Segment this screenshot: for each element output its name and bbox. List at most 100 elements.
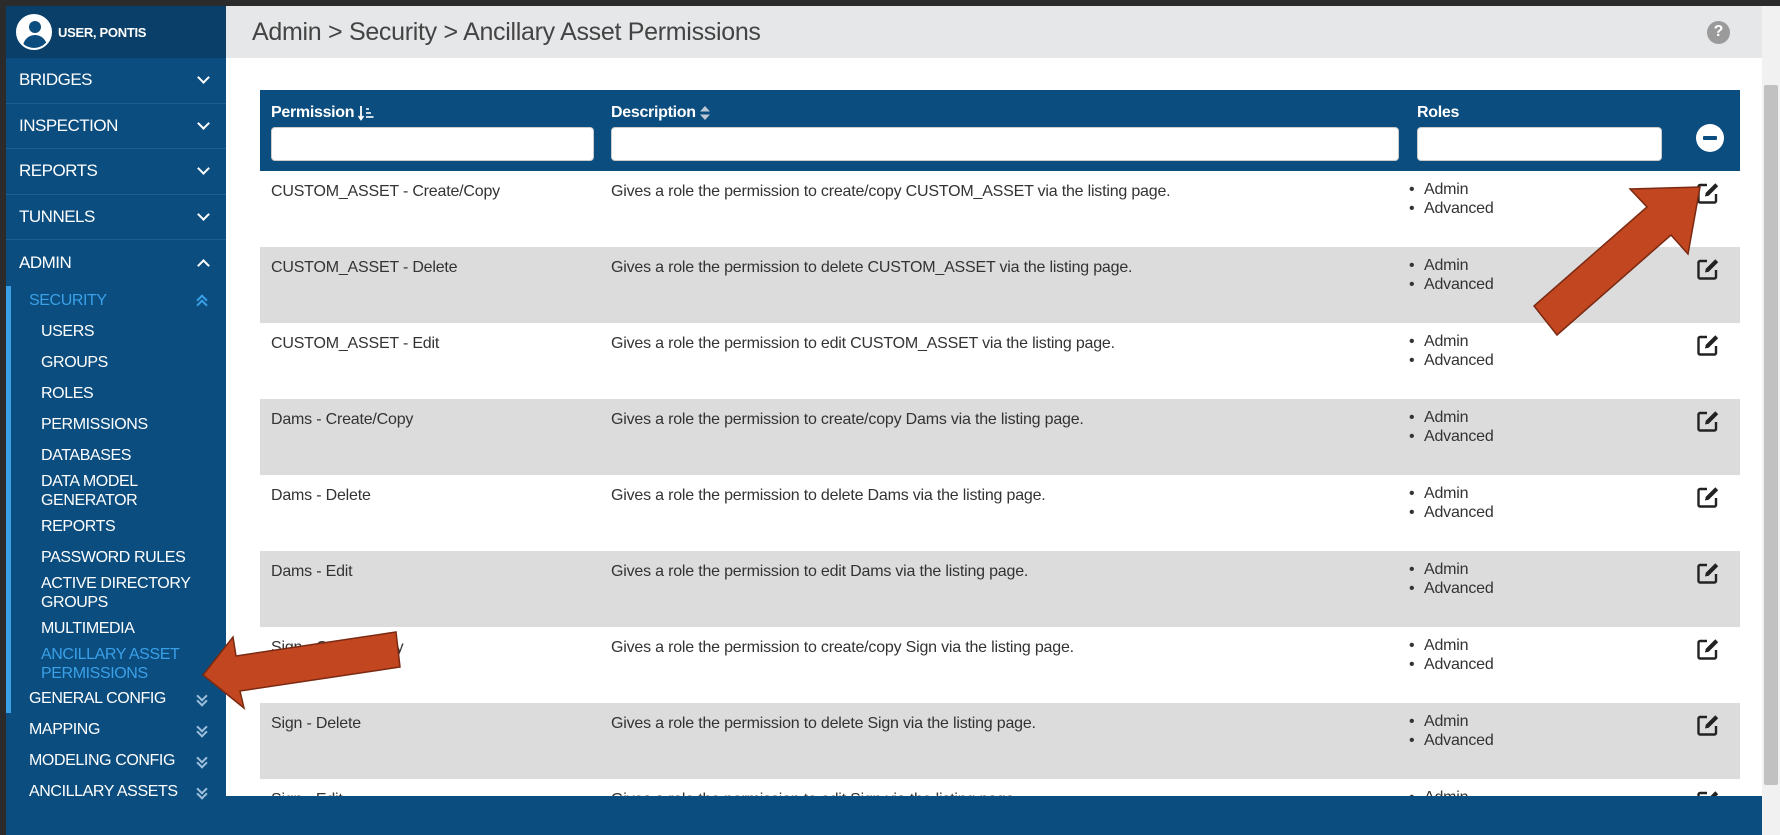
permission-filter-input[interactable] [271,127,594,161]
column-label: Roles [1417,104,1460,121]
sidebar-item-modeling-config[interactable]: MODELING CONFIG [6,746,226,777]
sidebar-item-general-config[interactable]: GENERAL CONFIG [6,684,226,715]
sidebar-item-groups[interactable]: GROUPS [6,347,226,378]
chevron-down-icon [197,162,210,176]
role-item: Advanced [1409,351,1494,370]
clear-filters-button[interactable] [1696,124,1724,152]
roles-cell: AdminAdvanced [1409,332,1494,370]
roles-cell: AdminAdvanced [1409,180,1494,218]
roles-cell: AdminAdvanced [1409,484,1494,522]
column-label: Description [611,104,696,121]
double-chevron-down-icon [196,752,208,769]
role-item: Advanced [1409,199,1494,218]
role-item: Admin [1409,712,1494,731]
table-row: CUSTOM_ASSET - Delete Gives a role the pe… [260,247,1740,323]
role-item: Admin [1409,560,1494,579]
permission-cell: Dams - Edit [271,563,353,580]
chevron-down-icon [197,116,210,130]
sidebar-item-label: INSPECTION [19,115,118,135]
sidebar-item-security[interactable]: SECURITY [6,286,226,316]
edit-icon[interactable] [1696,713,1720,737]
double-chevron-down-icon [196,783,208,800]
permission-cell: Dams - Create/Copy [271,411,414,428]
edit-icon[interactable] [1696,485,1720,509]
edit-icon[interactable] [1696,333,1720,357]
sidebar-item-label: REPORTS [19,161,98,181]
sidebar-item-inspection[interactable]: INSPECTION [6,104,226,149]
description-cell: Gives a role the permission to create/co… [611,411,1084,428]
sidebar-item-mapping[interactable]: MAPPING [6,715,226,746]
sort-icon [699,106,710,120]
permission-cell: CUSTOM_ASSET - Delete [271,259,458,276]
sidebar-item-reports[interactable]: REPORTS [6,149,226,195]
table-row: CUSTOM_ASSET - Edit Gives a role the perm… [260,323,1740,399]
edit-icon[interactable] [1696,637,1720,661]
roles-filter-input[interactable] [1417,127,1662,161]
column-header-description[interactable]: Description [611,104,710,122]
footer-bar [226,796,1762,835]
description-cell: Gives a role the permission to delete CU… [611,259,1133,276]
edit-icon[interactable] [1696,561,1720,585]
description-cell: Gives a role the permission to delete Da… [611,487,1046,504]
roles-cell: AdminAdvanced [1409,560,1494,598]
sidebar-item-active-directory-groups[interactable]: ACTIVE DIRECTORY GROUPS [6,573,221,613]
sidebar-item-permissions[interactable]: PERMISSIONS [6,409,226,440]
column-header-roles: Roles [1417,104,1459,122]
description-cell: Gives a role the permission to create/co… [611,183,1171,200]
sidebar-item-multimedia[interactable]: MULTIMEDIA [6,613,226,644]
permission-cell: CUSTOM_ASSET - Edit [271,335,440,352]
role-item: Admin [1409,180,1494,199]
roles-cell: AdminAdvanced [1409,636,1494,674]
help-icon[interactable]: ? [1707,20,1730,44]
description-filter-input[interactable] [611,127,1399,161]
sidebar-item-password-rules[interactable]: PASSWORD RULES [6,542,226,573]
role-item: Advanced [1409,655,1494,674]
sidebar-item-label: ADMIN [19,252,72,272]
sidebar-item-label: SECURITY [29,291,107,309]
sidebar-item-tunnels[interactable]: TUNNELS [6,195,226,240]
edit-icon[interactable] [1696,409,1720,433]
role-item: Advanced [1409,579,1494,598]
sidebar-item-security-reports[interactable]: REPORTS [6,511,226,542]
sidebar-item-bridges[interactable]: BRIDGES [6,58,226,104]
sidebar-item-ancillary-assets[interactable]: ANCILLARY ASSETS [6,777,226,808]
sidebar-item-roles[interactable]: ROLES [6,378,226,409]
sidebar-item-label: TUNNELS [19,206,95,226]
user-name: USER, PONTIS [58,24,147,40]
sidebar-item-data-model-generator[interactable]: DATA MODEL GENERATOR [6,471,176,511]
role-item: Advanced [1409,731,1494,750]
chevron-down-icon [197,71,210,85]
main-content: Admin > Security > Ancillary Asset Permi… [226,6,1762,835]
roles-cell: AdminAdvanced [1409,712,1494,750]
role-item: Admin [1409,408,1494,427]
table-header: Permission Description Roles [260,90,1740,171]
description-cell: Gives a role the permission to create/co… [611,639,1074,656]
description-cell: Gives a role the permission to delete Si… [611,715,1036,732]
edit-icon[interactable] [1696,181,1720,205]
table-row: Sign - Delete Gives a role the permission… [260,703,1740,779]
role-item: Advanced [1409,503,1494,522]
breadcrumb: Admin > Security > Ancillary Asset Permi… [252,17,761,46]
role-item: Admin [1409,332,1494,351]
description-cell: Gives a role the permission to edit Dams… [611,563,1029,580]
sidebar-item-admin[interactable]: ADMIN [6,240,226,286]
page-header: Admin > Security > Ancillary Asset Permi… [226,6,1762,58]
minus-icon [1703,136,1717,140]
user-avatar-icon [16,14,52,50]
role-item: Advanced [1409,427,1494,446]
table-row: Dams - Delete Gives a role the permission… [260,475,1740,551]
edit-icon[interactable] [1696,257,1720,281]
sidebar-item-users[interactable]: USERS [6,316,226,347]
column-header-permission[interactable]: Permission [271,104,374,122]
scrollbar-thumb[interactable] [1764,85,1778,785]
double-chevron-down-icon [196,721,208,738]
role-item: Admin [1409,484,1494,503]
user-menu[interactable]: USER, PONTIS [6,6,226,58]
sidebar-item-ancillary-asset-permissions[interactable]: ANCILLARY ASSET PERMISSIONS [6,644,206,684]
description-cell: Gives a role the permission to edit CUST… [611,335,1115,352]
role-item: Admin [1409,636,1494,655]
permissions-table: Permission Description Roles CUSTOM_ASSE… [260,90,1740,800]
table-body: CUSTOM_ASSET - Create/Copy Gives a role t… [260,171,1740,800]
sidebar-item-label: GENERAL CONFIG [29,690,166,707]
sidebar-item-databases[interactable]: DATABASES [6,440,226,471]
